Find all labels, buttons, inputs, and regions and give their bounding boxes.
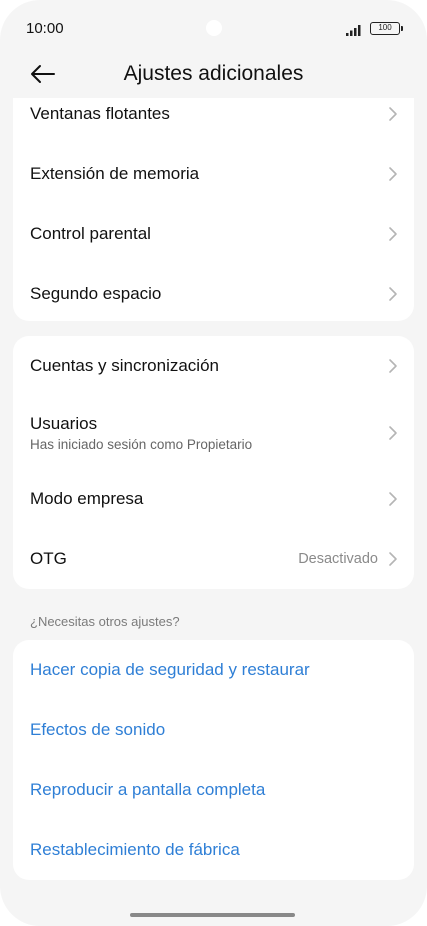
- row-label: Segundo espacio: [30, 284, 162, 303]
- link-copia-seguridad[interactable]: Hacer copia de seguridad y restaurar: [13, 640, 414, 700]
- otg-status-value: Desactivado: [298, 551, 378, 567]
- link-label: Restablecimiento de fábrica: [30, 840, 240, 859]
- link-pantalla-completa[interactable]: Reproducir a pantalla completa: [13, 760, 414, 820]
- link-label: Efectos de sonido: [30, 720, 166, 739]
- page-title: Ajustes adicionales: [123, 62, 304, 85]
- settings-list[interactable]: Ventanas flotantes Extensión de memoria …: [0, 98, 427, 880]
- row-modo-empresa[interactable]: Modo empresa: [13, 469, 414, 529]
- row-label: Modo empresa: [30, 489, 144, 508]
- status-bar: 10:00 100: [0, 0, 427, 58]
- row-label: OTG: [30, 549, 67, 568]
- row-label: Usuarios: [30, 414, 98, 433]
- front-camera: [206, 20, 222, 36]
- chevron-right-icon: [389, 227, 397, 241]
- row-control-parental[interactable]: Control parental: [13, 204, 414, 264]
- row-label: Ventanas flotantes: [30, 104, 170, 123]
- link-restablecimiento-fabrica[interactable]: Restablecimiento de fábrica: [13, 820, 414, 880]
- row-ventanas-flotantes[interactable]: Ventanas flotantes: [13, 98, 414, 144]
- settings-card-other: Hacer copia de seguridad y restaurar Efe…: [13, 640, 414, 880]
- row-extension-memoria[interactable]: Extensión de memoria: [13, 144, 414, 204]
- row-otg[interactable]: OTG Desactivado: [13, 529, 414, 589]
- settings-card-system: Ventanas flotantes Extensión de memoria …: [13, 98, 414, 321]
- row-subtitle: Has iniciado sesión como Propietario: [30, 437, 253, 452]
- chevron-right-icon: [389, 107, 397, 121]
- settings-card-accounts: Cuentas y sincronización Usuarios Has in…: [13, 336, 414, 589]
- row-label: Extensión de memoria: [30, 164, 200, 183]
- chevron-right-icon: [389, 359, 397, 373]
- phone-screen: 10:00 100 Ajustes adicionales Ventanas f…: [0, 0, 427, 926]
- row-label: Control parental: [30, 224, 151, 243]
- chevron-right-icon: [389, 492, 397, 506]
- link-label: Reproducir a pantalla completa: [30, 780, 266, 799]
- signal-icon: [346, 25, 361, 36]
- link-label: Hacer copia de seguridad y restaurar: [30, 660, 310, 679]
- row-segundo-espacio[interactable]: Segundo espacio: [13, 264, 414, 324]
- chevron-right-icon: [389, 552, 397, 566]
- chevron-right-icon: [389, 287, 397, 301]
- home-indicator[interactable]: [130, 913, 295, 917]
- section-header-other-settings: ¿Necesitas otros ajustes?: [30, 614, 180, 629]
- battery-icon: 100: [370, 22, 403, 35]
- status-time: 10:00: [26, 20, 64, 37]
- chevron-right-icon: [389, 426, 397, 440]
- chevron-right-icon: [389, 167, 397, 181]
- app-header: Ajustes adicionales: [0, 52, 427, 98]
- row-usuarios[interactable]: Usuarios Has iniciado sesión como Propie…: [13, 400, 414, 466]
- row-label: Cuentas y sincronización: [30, 356, 219, 375]
- link-efectos-sonido[interactable]: Efectos de sonido: [13, 700, 414, 760]
- row-cuentas-sincronizacion[interactable]: Cuentas y sincronización: [13, 336, 414, 396]
